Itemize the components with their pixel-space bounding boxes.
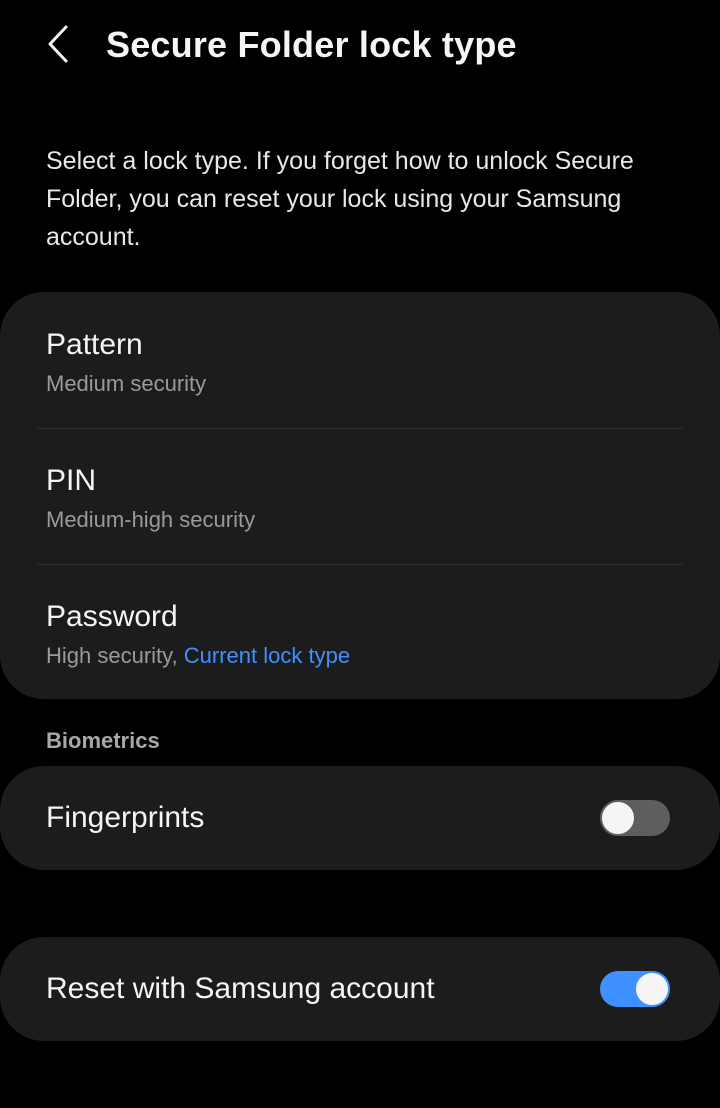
header: Secure Folder lock type (0, 0, 720, 92)
option-title: PIN (46, 464, 97, 497)
current-lock-type-label: Current lock type (183, 643, 351, 668)
page-title: Secure Folder lock type (106, 24, 517, 65)
reset-toggle[interactable] (600, 971, 670, 1007)
reset-row[interactable]: Reset with Samsung account (0, 937, 720, 1041)
fingerprints-row[interactable]: Fingerprints (0, 766, 720, 870)
fingerprints-label: Fingerprints (46, 801, 205, 834)
toggle-knob (634, 971, 670, 1007)
reset-card: Reset with Samsung account (0, 937, 720, 1041)
option-subtitle: Medium security (46, 371, 207, 396)
option-title: Password (46, 600, 178, 633)
fingerprints-toggle[interactable] (600, 800, 670, 836)
secure-folder-lock-type-screen: Secure Folder lock type Select a lock ty… (0, 0, 720, 1108)
lock-type-list: Pattern Medium security PIN Medium-high … (0, 292, 720, 699)
toggle-knob (600, 800, 636, 836)
option-subtitle: Medium-high security (46, 507, 256, 532)
description-text: Select a lock type. If you forget how to… (46, 147, 634, 251)
back-button[interactable] (36, 22, 80, 66)
reset-label: Reset with Samsung account (46, 972, 435, 1005)
security-level: High security, (46, 643, 178, 668)
lock-option-password[interactable]: Password High security, Current lock typ… (0, 564, 720, 700)
lock-option-pattern[interactable]: Pattern Medium security (0, 292, 720, 428)
biometrics-card: Fingerprints (0, 766, 720, 870)
option-subtitle: High security, Current lock type (46, 643, 350, 669)
section-label-biometrics: Biometrics (46, 728, 160, 753)
chevron-left-icon (48, 25, 68, 63)
option-title: Pattern (46, 328, 143, 361)
lock-option-pin[interactable]: PIN Medium-high security (0, 428, 720, 564)
